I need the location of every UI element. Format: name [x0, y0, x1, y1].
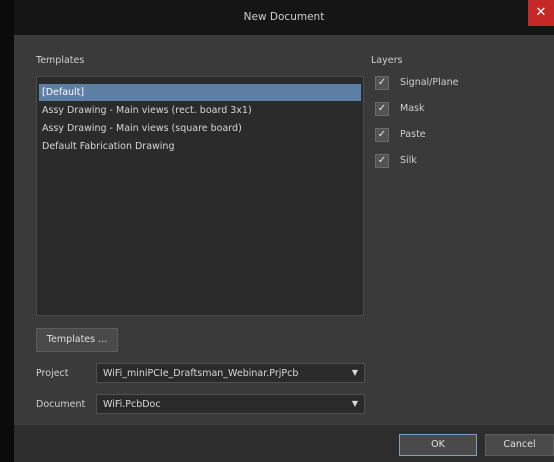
templates-heading: Templates: [36, 55, 85, 66]
paste-checkbox[interactable]: ✓: [375, 128, 389, 142]
mask-checkbox[interactable]: ✓: [375, 102, 389, 116]
silk-checkbox[interactable]: ✓: [375, 154, 389, 168]
template-item-assy-rect[interactable]: Assy Drawing - Main views (rect. board 3…: [39, 102, 361, 119]
layer-label: Silk: [400, 155, 417, 166]
chevron-down-icon: ▼: [351, 399, 358, 408]
new-document-dialog: New Document ✕ Templates [Default] Assy …: [14, 0, 554, 462]
signal-plane-checkbox[interactable]: ✓: [375, 76, 389, 90]
document-value: WiFi.PcbDoc: [103, 399, 161, 410]
template-item-assy-square[interactable]: Assy Drawing - Main views (square board): [39, 120, 361, 137]
dialog-footer: OK Cancel: [14, 425, 554, 462]
templates-list[interactable]: [Default] Assy Drawing - Main views (rec…: [36, 76, 364, 316]
cancel-button[interactable]: Cancel: [485, 434, 554, 456]
document-select[interactable]: WiFi.PcbDoc ▼: [96, 394, 365, 414]
chevron-down-icon: ▼: [351, 368, 358, 377]
ok-button[interactable]: OK: [399, 434, 477, 456]
document-label: Document: [36, 399, 86, 410]
dialog-body: Templates [Default] Assy Drawing - Main …: [14, 35, 554, 425]
project-label: Project: [36, 368, 69, 379]
project-select[interactable]: WiFi_miniPCIe_Draftsman_Webinar.PrjPcb ▼: [96, 363, 365, 383]
template-item-default[interactable]: [Default]: [39, 84, 361, 101]
layers-heading: Layers: [371, 55, 403, 66]
layer-label: Mask: [400, 103, 425, 114]
close-icon[interactable]: ✕: [528, 0, 554, 26]
layer-label: Paste: [400, 129, 426, 140]
title-bar[interactable]: New Document ✕: [14, 0, 554, 35]
layer-label: Signal/Plane: [400, 77, 459, 88]
dialog-title: New Document: [243, 11, 325, 23]
project-value: WiFi_miniPCIe_Draftsman_Webinar.PrjPcb: [103, 368, 299, 379]
template-item-fabrication[interactable]: Default Fabrication Drawing: [39, 138, 361, 155]
templates-button[interactable]: Templates ...: [36, 328, 118, 352]
